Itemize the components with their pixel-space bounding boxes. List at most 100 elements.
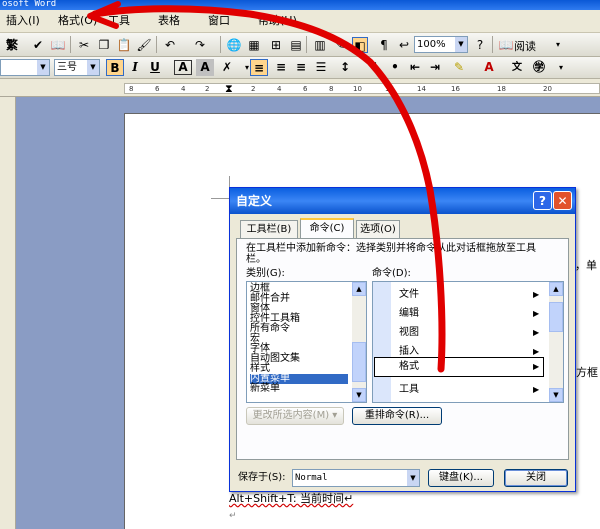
phonetic-guide-icon[interactable]: 文 (508, 59, 526, 76)
close-button[interactable]: 关闭 (504, 469, 568, 487)
command-item[interactable]: 插入 (399, 345, 419, 359)
character-border-button[interactable]: A (174, 60, 192, 75)
ruler-number: 2 (205, 85, 210, 93)
columns-icon[interactable]: ▥ (312, 37, 328, 53)
command-item-selected[interactable]: 格式 (399, 360, 419, 374)
command-scrollbar[interactable]: ▲ ▼ (549, 282, 563, 402)
modify-selection-button[interactable]: 更改所选内容(M) ▾ (246, 407, 344, 425)
category-list[interactable]: 边框 邮件合并 窗体 控件工具箱 所有命令 宏 字体 自动图文集 样式 内置菜单… (246, 281, 367, 403)
bullets-icon[interactable]: • (386, 59, 404, 76)
increase-indent-icon[interactable]: ⇥ (426, 59, 444, 76)
numbering-icon[interactable]: ⋮ (366, 59, 384, 76)
font-name-combo[interactable]: ▼ (0, 59, 50, 76)
read-mode-label[interactable]: 阅读 (514, 38, 536, 54)
insert-table-icon[interactable]: ⊞ (268, 37, 284, 53)
paste-icon[interactable]: 📋 (116, 37, 132, 53)
ruler-number: 6 (303, 85, 308, 93)
menu-format[interactable]: 格式(O) (58, 14, 97, 28)
ruler-number: 6 (155, 85, 160, 93)
read-mode-icon[interactable]: 📖 (498, 37, 514, 53)
distributed-icon[interactable]: ☰ (312, 59, 330, 76)
chevron-down-icon[interactable]: ▼ (407, 470, 419, 486)
toolbar-options-icon[interactable]: ▾ (552, 59, 570, 76)
help-icon[interactable]: ? (533, 191, 552, 210)
highlight-icon[interactable]: ✎ (450, 59, 468, 76)
font-size-combo[interactable]: 三号 ▼ (54, 59, 100, 76)
menubar: 插入(I) 格式(O) 工具 表格 窗口 帮助(H) (0, 10, 600, 33)
indent-marker-icon[interactable]: ⧗ (225, 80, 233, 97)
italic-button[interactable]: I (126, 59, 144, 76)
chevron-down-icon[interactable]: ▼ (455, 37, 467, 52)
zoom-combo[interactable]: 100% ▼ (414, 36, 468, 53)
menu-window[interactable]: 窗口 (208, 14, 230, 28)
research-icon[interactable]: 📖 (50, 37, 66, 53)
ruler-number: 14 (417, 85, 426, 93)
font-color-icon[interactable]: A (480, 59, 498, 76)
chevron-down-icon[interactable]: ▼ (37, 60, 49, 75)
tab-options[interactable]: 选项(O) (356, 220, 400, 238)
character-shading-button[interactable]: A (196, 59, 214, 76)
ruler-number: 16 (451, 85, 460, 93)
tables-borders-icon[interactable]: ▦ (246, 37, 262, 53)
decrease-indent-icon[interactable]: ⇤ (406, 59, 424, 76)
dialog-titlebar: 自定义 ? ✕ (230, 188, 575, 214)
ruler-number: 18 (497, 85, 506, 93)
menu-table[interactable]: 表格 (158, 14, 180, 28)
ruler-number: 8 (329, 85, 334, 93)
menu-insert[interactable]: 插入(I) (6, 14, 40, 28)
command-item[interactable]: 文件 (399, 288, 419, 302)
character-scale-icon[interactable]: ✗ (218, 59, 236, 76)
scroll-up-icon[interactable]: ▲ (352, 282, 366, 296)
scroll-thumb[interactable] (352, 342, 366, 382)
insert-excel-icon[interactable]: ▤ (288, 37, 304, 53)
line-spacing-icon[interactable]: ↕ (336, 59, 354, 76)
menu-tools[interactable]: 工具 (108, 14, 130, 28)
cut-icon[interactable]: ✂ (76, 37, 92, 53)
margin-mark (211, 198, 230, 199)
save-in-combo[interactable]: Normal ▼ (292, 469, 420, 487)
tab-commands[interactable]: 命令(C) (300, 218, 354, 239)
tab-toolbars[interactable]: 工具栏(B) (240, 220, 298, 238)
toolbar-separator (492, 36, 493, 53)
close-icon[interactable]: ✕ (553, 191, 572, 210)
format-painter-icon[interactable]: 🖌 (136, 37, 152, 53)
category-scrollbar[interactable]: ▲ ▼ (352, 282, 366, 402)
list-item[interactable]: 新菜单 (250, 384, 280, 394)
toolbar-options-icon[interactable]: ▾ (552, 37, 564, 53)
command-item[interactable]: 编辑 (399, 307, 419, 321)
scroll-down-icon[interactable]: ▼ (352, 388, 366, 402)
document-map-icon[interactable]: ◧ (352, 37, 368, 53)
chevron-down-icon[interactable]: ▼ (87, 60, 99, 75)
underline-button[interactable]: U (146, 59, 164, 76)
traditional-chinese-button[interactable]: 繁 (2, 37, 22, 53)
drawing-icon[interactable]: ✎ (332, 37, 348, 53)
center-icon[interactable]: ≡ (272, 59, 290, 76)
help-icon[interactable]: ? (472, 37, 488, 53)
copy-icon[interactable]: ❐ (96, 37, 112, 53)
scroll-down-icon[interactable]: ▼ (549, 388, 563, 402)
command-item[interactable]: 视图 (399, 326, 419, 340)
window-title: osoft Word (0, 0, 600, 10)
standard-toolbar: 繁 ✔ 📖 ✂ ❐ 📋 🖌 ↶ ↷ 🌐 ▦ ⊞ ▤ ▥ ✎ ◧ ¶ ↩ 100%… (0, 33, 600, 57)
command-list[interactable]: 文件 ▶ 编辑 ▶ 视图 ▶ 插入 ▶ 格式 ▶ 工具 ▶ ▲ ▼ (372, 281, 564, 403)
scroll-thumb[interactable] (549, 302, 563, 332)
show-hide-icon[interactable]: ¶ (376, 37, 392, 53)
enclose-character-icon[interactable]: ㊫ (530, 59, 548, 76)
scroll-up-icon[interactable]: ▲ (549, 282, 563, 296)
pilcrow-icon[interactable]: ↩ (396, 37, 412, 53)
keyboard-button[interactable]: 键盘(K)... (428, 469, 494, 487)
rearrange-commands-button[interactable]: 重排命令(R)... (352, 407, 442, 425)
bold-button[interactable]: B (106, 59, 124, 76)
toolbar-separator (306, 36, 307, 53)
undo-icon[interactable]: ↶ (162, 37, 178, 53)
justify-icon[interactable]: ≡ (250, 59, 268, 76)
command-item[interactable]: 工具 (399, 383, 419, 397)
menu-help[interactable]: 帮助(H) (258, 14, 297, 28)
hyperlink-icon[interactable]: 🌐 (226, 37, 242, 53)
document-line: Alt+Shift+T: 当前时间↵ (229, 492, 354, 505)
command-icon-gutter (373, 282, 391, 402)
spelling-icon[interactable]: ✔ (30, 37, 46, 53)
align-right-icon[interactable]: ≡ (292, 59, 310, 76)
vertical-ruler (0, 97, 16, 529)
redo-icon[interactable]: ↷ (192, 37, 208, 53)
